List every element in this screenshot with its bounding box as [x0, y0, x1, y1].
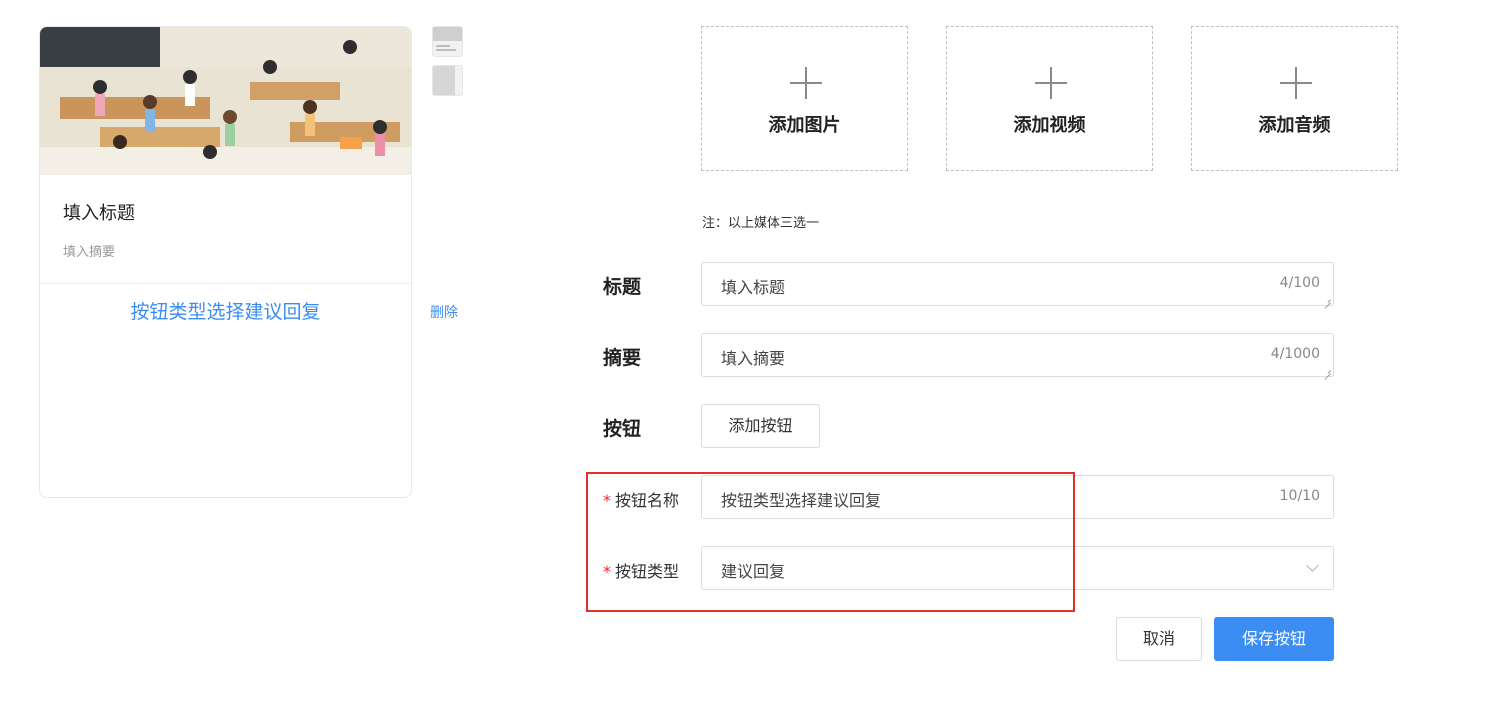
preview-title: 填入标题	[63, 203, 135, 224]
chevron-down-icon	[1306, 559, 1319, 572]
add-image-label: 添加图片	[768, 115, 841, 136]
layout-thumbnail-vertical-icon[interactable]	[432, 65, 463, 96]
plus-icon	[790, 67, 822, 99]
delete-button[interactable]: 删除	[430, 302, 458, 322]
layout-thumbnail-horizontal-icon[interactable]	[432, 26, 463, 57]
resize-grip-icon[interactable]	[1323, 366, 1331, 374]
media-note: 注：以上媒体三选一	[702, 216, 820, 231]
button-name-input-value: 按钮类型选择建议回复	[721, 491, 882, 510]
add-audio-label: 添加音频	[1258, 115, 1331, 136]
required-mark: *	[603, 491, 611, 510]
plus-icon	[1280, 67, 1312, 99]
add-image-upload[interactable]: 添加图片	[701, 26, 908, 171]
button-name-label: * 按钮名称	[603, 487, 679, 511]
preview-divider	[40, 283, 411, 284]
cancel-button[interactable]: 取消	[1116, 617, 1202, 661]
save-button[interactable]: 保存按钮	[1214, 617, 1334, 661]
cafe-illustration-image	[40, 27, 411, 175]
summary-char-count: 4/1000	[1270, 346, 1320, 362]
message-card-preview: 填入标题 填入摘要 按钮类型选择建议回复	[39, 26, 412, 498]
button-type-label: * 按钮类型	[603, 558, 679, 582]
button-name-label-text: 按钮名称	[615, 491, 680, 510]
plus-icon	[1035, 67, 1067, 99]
button-type-select[interactable]: 建议回复	[701, 546, 1334, 590]
preview-summary: 填入摘要	[63, 245, 116, 260]
button-name-char-count: 10/10	[1279, 488, 1320, 504]
title-label: 标题	[603, 276, 642, 298]
summary-label: 摘要	[603, 347, 642, 369]
add-video-upload[interactable]: 添加视频	[946, 26, 1153, 171]
preview-suggested-reply-button[interactable]: 按钮类型选择建议回复	[40, 297, 411, 324]
required-mark: *	[603, 562, 611, 581]
add-video-label: 添加视频	[1013, 115, 1086, 136]
summary-input-value: 填入摘要	[721, 349, 786, 368]
summary-input[interactable]: 填入摘要 4/1000	[701, 333, 1334, 377]
button-type-selected-value: 建议回复	[721, 562, 786, 581]
resize-grip-icon[interactable]	[1323, 295, 1331, 303]
title-char-count: 4/100	[1279, 275, 1320, 291]
title-input-value: 填入标题	[721, 278, 786, 297]
add-audio-upload[interactable]: 添加音频	[1191, 26, 1398, 171]
add-button-button[interactable]: 添加按钮	[701, 404, 820, 448]
button-name-input[interactable]: 按钮类型选择建议回复 10/10	[701, 475, 1334, 519]
button-type-label-text: 按钮类型	[615, 562, 680, 581]
title-input[interactable]: 填入标题 4/100	[701, 262, 1334, 306]
button-label: 按钮	[603, 418, 642, 440]
